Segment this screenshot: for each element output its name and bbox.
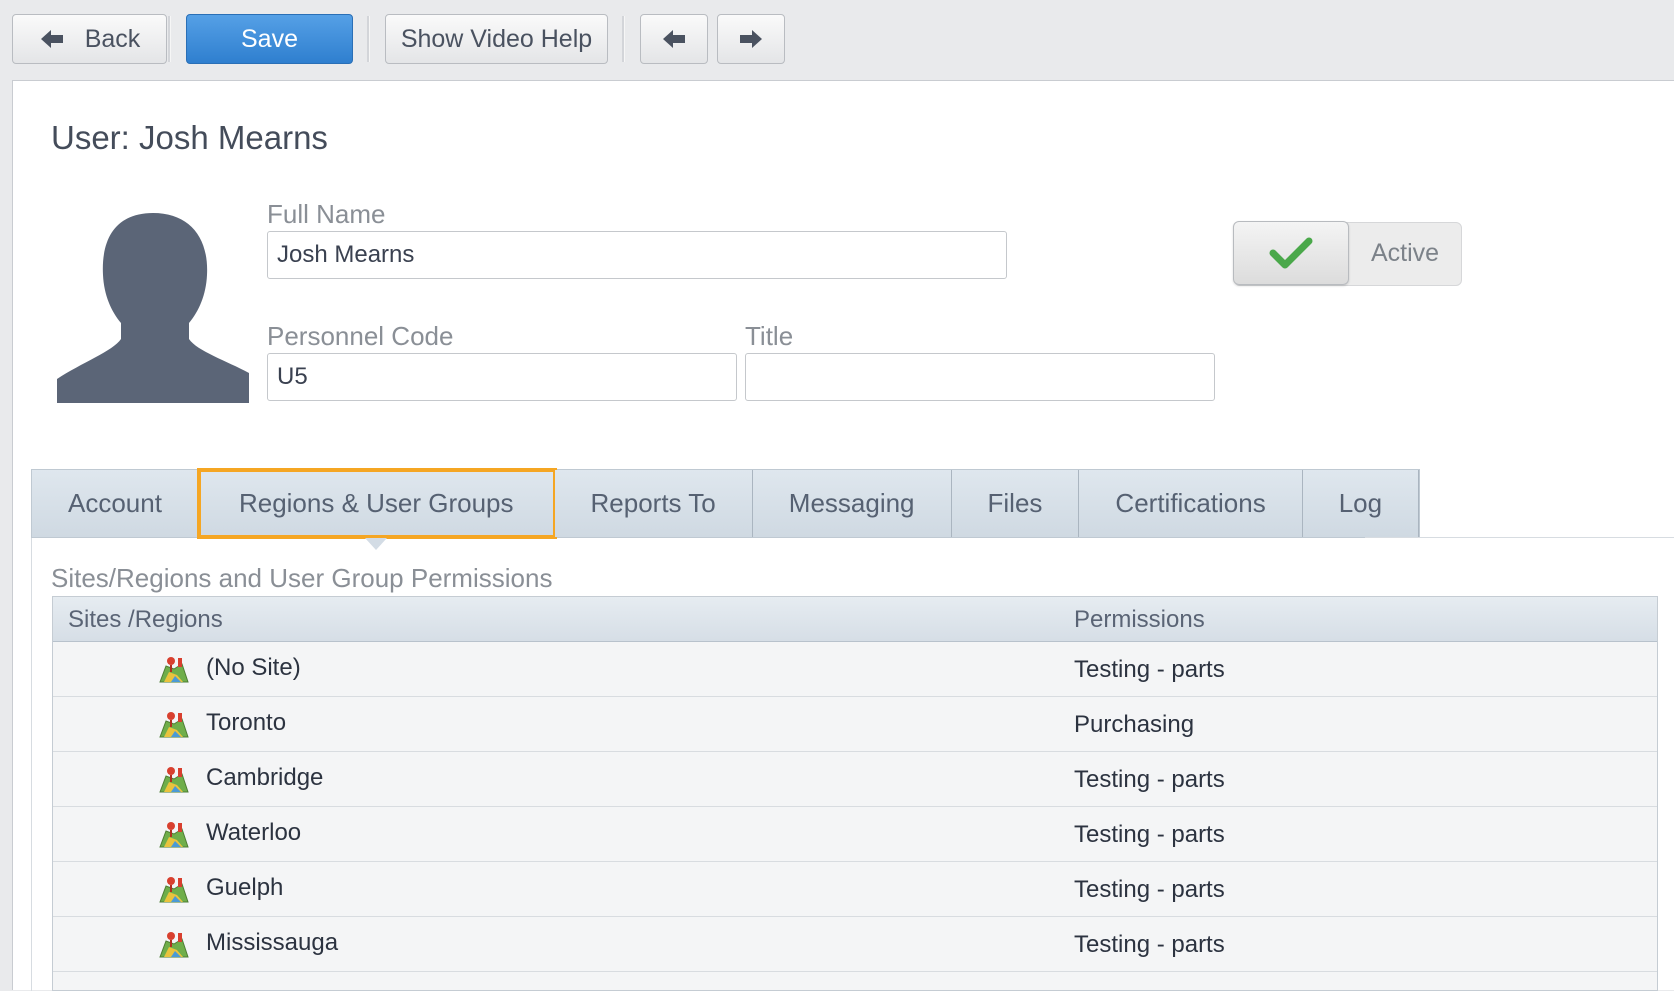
site-name: Mississauga — [206, 929, 339, 956]
user-detail-panel: User: Josh Mearns Full Name Josh Mearns … — [12, 80, 1674, 991]
site-map-icon — [159, 712, 189, 738]
site-name: Cambridge — [206, 764, 324, 791]
tab-account[interactable]: Account — [32, 470, 199, 537]
permission-value: Testing - parts — [1074, 766, 1225, 793]
personnel-code-field[interactable]: U5 — [267, 353, 737, 401]
tab-files[interactable]: Files — [951, 470, 1080, 537]
title-field[interactable] — [745, 353, 1215, 401]
tab-files-label: Files — [987, 488, 1043, 518]
right-arrow-icon — [740, 30, 762, 48]
back-button-label: Back — [84, 24, 141, 53]
active-label: Active — [1371, 239, 1440, 267]
tab-log[interactable]: Log — [1302, 470, 1420, 537]
show-video-help-button[interactable]: Show Video Help — [385, 14, 608, 64]
tab-bar: Account Regions & User Groups Reports To… — [31, 468, 1421, 550]
permission-value: Purchasing — [1074, 711, 1195, 738]
toolbar-divider — [622, 16, 625, 62]
site-map-icon — [159, 822, 189, 848]
site-name: (No Site) — [206, 654, 301, 681]
personnel-code-label: Personnel Code — [267, 321, 454, 351]
site-map-icon — [159, 877, 189, 903]
tab-messaging-label: Messaging — [788, 488, 915, 518]
toolbar-divider — [168, 16, 171, 62]
permission-value: Testing - parts — [1074, 876, 1225, 903]
permission-value: Testing - parts — [1074, 656, 1225, 683]
tab-regions-user-groups-label: Regions & User Groups — [238, 488, 514, 518]
permission-value: Testing - parts — [1074, 931, 1225, 958]
table-row[interactable]: Mississauga Testing - parts — [53, 917, 1657, 972]
user-avatar-icon — [57, 213, 249, 403]
active-toggle[interactable]: Active — [1233, 221, 1462, 286]
tab-certifications[interactable]: Certifications — [1079, 470, 1303, 537]
site-map-icon — [159, 657, 189, 683]
site-name: Toronto — [206, 709, 287, 736]
column-header-permissions[interactable]: Permissions — [1074, 606, 1205, 634]
save-button-label: Save — [241, 24, 298, 53]
site-map-icon — [159, 767, 189, 793]
tab-reports-to[interactable]: Reports To — [554, 470, 753, 537]
tab-certifications-label: Certifications — [1115, 488, 1266, 518]
tab-reports-to-label: Reports To — [590, 488, 716, 518]
tab-account-label: Account — [68, 488, 162, 518]
save-button[interactable]: Save — [186, 14, 353, 64]
section-title: Sites/Regions and User Group Permissions — [51, 563, 553, 593]
tab-regions-user-groups[interactable]: Regions & User Groups — [196, 468, 557, 550]
left-arrow-icon — [663, 30, 685, 48]
permission-value: Testing - parts — [1074, 821, 1225, 848]
back-arrow-icon — [40, 30, 63, 48]
site-name: Guelph — [206, 874, 284, 901]
table-body: (No Site) Testing - parts Toronto Purcha… — [53, 642, 1657, 972]
next-record-button[interactable] — [717, 14, 785, 64]
title-label: Title — [745, 321, 794, 351]
show-video-help-label: Show Video Help — [400, 24, 593, 53]
tab-messaging[interactable]: Messaging — [752, 470, 952, 537]
full-name-field[interactable]: Josh Mearns — [267, 231, 1007, 279]
table-row[interactable]: (No Site) Testing - parts — [53, 642, 1657, 697]
table-header: Sites /Regions Permissions — [53, 597, 1657, 642]
previous-record-button[interactable] — [640, 14, 708, 64]
active-toggle-knob[interactable] — [1233, 221, 1349, 285]
back-button[interactable]: Back — [12, 14, 167, 64]
toolbar-divider — [367, 16, 370, 62]
checkmark-icon — [1269, 237, 1313, 269]
column-header-sites[interactable]: Sites /Regions — [68, 606, 223, 634]
tab-log-label: Log — [1338, 488, 1383, 518]
permissions-table: Sites /Regions Permissions (No Site) Tes… — [52, 596, 1658, 991]
toolbar: Back Save Show Video Help — [0, 0, 1674, 80]
table-row[interactable]: Cambridge Testing - parts — [53, 752, 1657, 807]
page-title: User: Josh Mearns — [51, 119, 328, 156]
table-row[interactable]: Guelph Testing - parts — [53, 862, 1657, 917]
full-name-label: Full Name — [267, 199, 386, 229]
table-row[interactable]: Toronto Purchasing — [53, 697, 1657, 752]
site-map-icon — [159, 932, 189, 958]
site-name: Waterloo — [206, 819, 302, 846]
table-row[interactable]: Waterloo Testing - parts — [53, 807, 1657, 862]
